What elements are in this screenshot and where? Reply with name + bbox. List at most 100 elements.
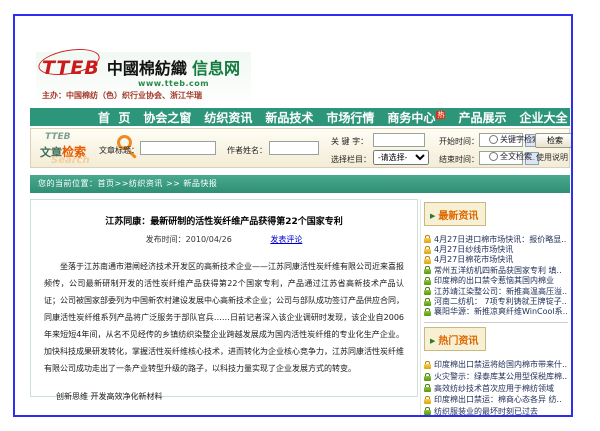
news-list-item[interactable]: 河南二纺机： 7项专利铸就王牌锭子.. [424,296,570,306]
keyword-search-radio[interactable]: 关键字检索 [489,134,540,145]
content-divider [420,199,421,417]
latest-news-title: 最新资讯 [438,211,478,222]
news-list-item[interactable]: 印度棉出口禁运将给国内棉市带来什.. [424,359,570,371]
news-item-text: 河南二纺机： 7项专利铸就王牌锭子.. [434,296,567,306]
nav-item[interactable]: 纺织资讯 [204,109,252,126]
lock-icon [424,373,431,381]
article-title-input[interactable] [140,141,216,155]
fulltext-search-radio-label: 全文检索 [500,151,532,162]
lock-icon [424,298,431,306]
sidebar: ▶最新资讯 4月27日进口棉市场快讯：报价略显.. 4月27日纱线市场快讯 4月… [424,199,570,417]
nav-item-label: 协会之窗 [143,111,191,125]
news-list-item[interactable]: 常州五洋纺机四新品获国家专利 填.. [424,265,570,275]
lock-icon [424,396,431,404]
search-logo-tteb: TTEB [45,132,71,142]
lock-icon [424,235,431,243]
nav-item-label: 产品展示 [458,111,506,125]
lock-icon [424,256,431,264]
nav-item-label: 首 页 [98,111,130,125]
news-list-item[interactable]: 火灾警示：绿泰库某公用型保税库棉.. [424,371,570,383]
nav-item[interactable]: 企业大全 [519,109,567,126]
news-list-item[interactable]: 高效纺纱技术首次应用于棉纺领域 [424,382,570,394]
article-title: 江苏同康：最新研制的活性炭纤维产品获得第22个国家专利 [44,214,404,227]
breadcrumb: 您的当前位置：首页>>纺织资讯 >> 新品快报 [30,175,570,193]
latest-news-header: ▶最新资讯 [424,202,486,226]
news-list-item[interactable]: 印度棉的出口禁令惹恼其国内棉业 [424,276,570,286]
lock-icon [424,287,431,295]
fulltext-search-radio[interactable]: 全文检索 [489,151,532,162]
hot-news-header: ▶热门资讯 [424,327,486,351]
lock-icon [424,384,431,392]
triangle-icon: ▶ [430,212,435,220]
nav-item-label: 商务中心 [387,111,435,125]
publish-time: 发布时间：2010/04/26 [146,235,232,244]
article-meta: 发布时间：2010/04/26 发表评论 [44,234,404,245]
lock-icon [424,361,431,369]
news-item-text: 襄阳华源：新推凉爽纤维WinCool系.. [434,307,568,317]
news-list-item[interactable]: 襄阳华源：新推凉爽纤维WinCool系.. [424,307,570,317]
sidebar-divider [424,322,568,323]
fulltext-search-radio-input[interactable] [489,152,498,161]
news-list-item[interactable]: 江苏靖江染整公司：新推高温高压溢.. [424,286,570,296]
end-time-label: 结束时间： [439,154,479,165]
news-item-text: 印度棉的出口禁令惹恼其国内棉业 [434,276,554,286]
nav-item[interactable]: 新品技术 [265,109,313,126]
keyword-input[interactable] [373,133,425,147]
news-item-text: 4月27日进口棉市场快讯：报价略显.. [434,234,566,244]
news-item-text: 印度棉出口禁运：棉商心态各异 纺.. [434,394,562,405]
nav-item[interactable]: 协会之窗 [143,109,191,126]
sponsor-line: 主办：中国棉纺（色）织行业协会、浙江华瑞 [42,90,245,101]
news-list-item[interactable]: 4月27日纱线市场快讯 [424,244,570,254]
keyword-search-radio-label: 关键字检索 [500,134,540,145]
news-item-text: 4月27日棉花市场快讯 [434,255,513,265]
start-time-label: 开始时间： [439,136,479,147]
nav-item-label: 市场行情 [326,111,374,125]
site-logo[interactable]: TTEB 中國棉紡織 信息网 www.tteb.com 主办：中国棉纺（色）织行… [36,52,251,108]
nav-item[interactable]: 市场行情 [326,109,374,126]
keyword-search-radio-input[interactable] [489,135,498,144]
lock-icon [424,407,431,415]
author-name-label: 作者姓名： [227,145,267,156]
logo-suffix-text: 信息网 [192,59,240,78]
news-list-item[interactable]: 4月27日棉花市场快讯 [424,255,570,265]
latest-news-list: 4月27日进口棉市场快讯：报价略显.. 4月27日纱线市场快讯 4月27日棉花市… [424,234,570,317]
nav-item[interactable]: 商务中心热 [387,109,445,126]
nav-item[interactable]: 首 页 [98,109,130,126]
news-list-item[interactable]: 4月27日进口棉市场快讯：报价略显.. [424,234,570,244]
logo-row: TTEB 中國棉紡織 信息网 [42,55,245,79]
news-list-item[interactable]: 印度棉出口禁运：棉商心态各异 纺.. [424,394,570,406]
hot-news-title: 热门资讯 [438,336,478,347]
article-title-label: 文章标题： [99,145,139,156]
lock-icon [424,246,431,254]
hot-badge: 热 [436,111,445,119]
article-panel: 江苏同康：最新研制的活性炭纤维产品获得第22个国家专利 发布时间：2010/04… [30,199,418,397]
nav-item[interactable]: 产品展示 [458,109,506,126]
main-nav: 首 页 协会之窗 纺织资讯 新品技术 市场行情 商务中心热 产品展示 企业大全 [30,108,570,126]
nav-item-label: 新品技术 [265,111,313,125]
search-submit-button[interactable]: 检索 [535,133,573,148]
news-item-text: 江苏靖江染整公司：新推高温高压溢.. [434,286,567,296]
site-header: TTEB 中國棉紡織 信息网 www.tteb.com 主办：中国棉纺（色）织行… [30,50,570,108]
site-url: www.tteb.com [138,79,245,88]
keyword-label: 关 键 字： [331,136,368,147]
news-list-item[interactable]: 纺织服装业的最坏时刻已过去 [424,406,570,418]
news-item-text: 火灾警示：绿泰库某公用型保税库棉.. [434,371,567,382]
column-label: 选择栏目： [331,154,371,165]
article-paragraph: 坐落于江苏南通市港闸经济技术开发区的高新技术企业——江苏同康活性炭纤维有限公司近… [44,258,404,377]
news-item-text: 高效纺纱技术首次应用于棉纺领域 [434,383,554,394]
news-item-text: 纺织服装业的最坏时刻已过去 [434,406,538,417]
author-name-input[interactable] [269,141,319,155]
news-item-text: 印度棉出口禁运将给国内棉市带来什.. [434,359,567,370]
article-subheading: 创新思维 开发高效净化新材料 [44,391,404,402]
hot-news-list: 印度棉出口禁运将给国内棉市带来什.. 火灾警示：绿泰库某公用型保税库棉.. 高效… [424,359,570,417]
lock-icon [424,266,431,274]
nav-item-label: 纺织资讯 [204,111,252,125]
news-item-text: 常州五洋纺机四新品获国家专利 填.. [434,265,562,275]
search-watermark: Search [51,155,90,166]
column-select[interactable]: -请选择- [373,150,429,165]
news-item-text: 4月27日纱线市场快讯 [434,244,513,254]
lock-icon [424,308,431,316]
lock-icon [424,277,431,285]
post-comment-link[interactable]: 发表评论 [270,235,302,244]
logo-chinese-text: 中國棉紡織 [107,59,187,78]
